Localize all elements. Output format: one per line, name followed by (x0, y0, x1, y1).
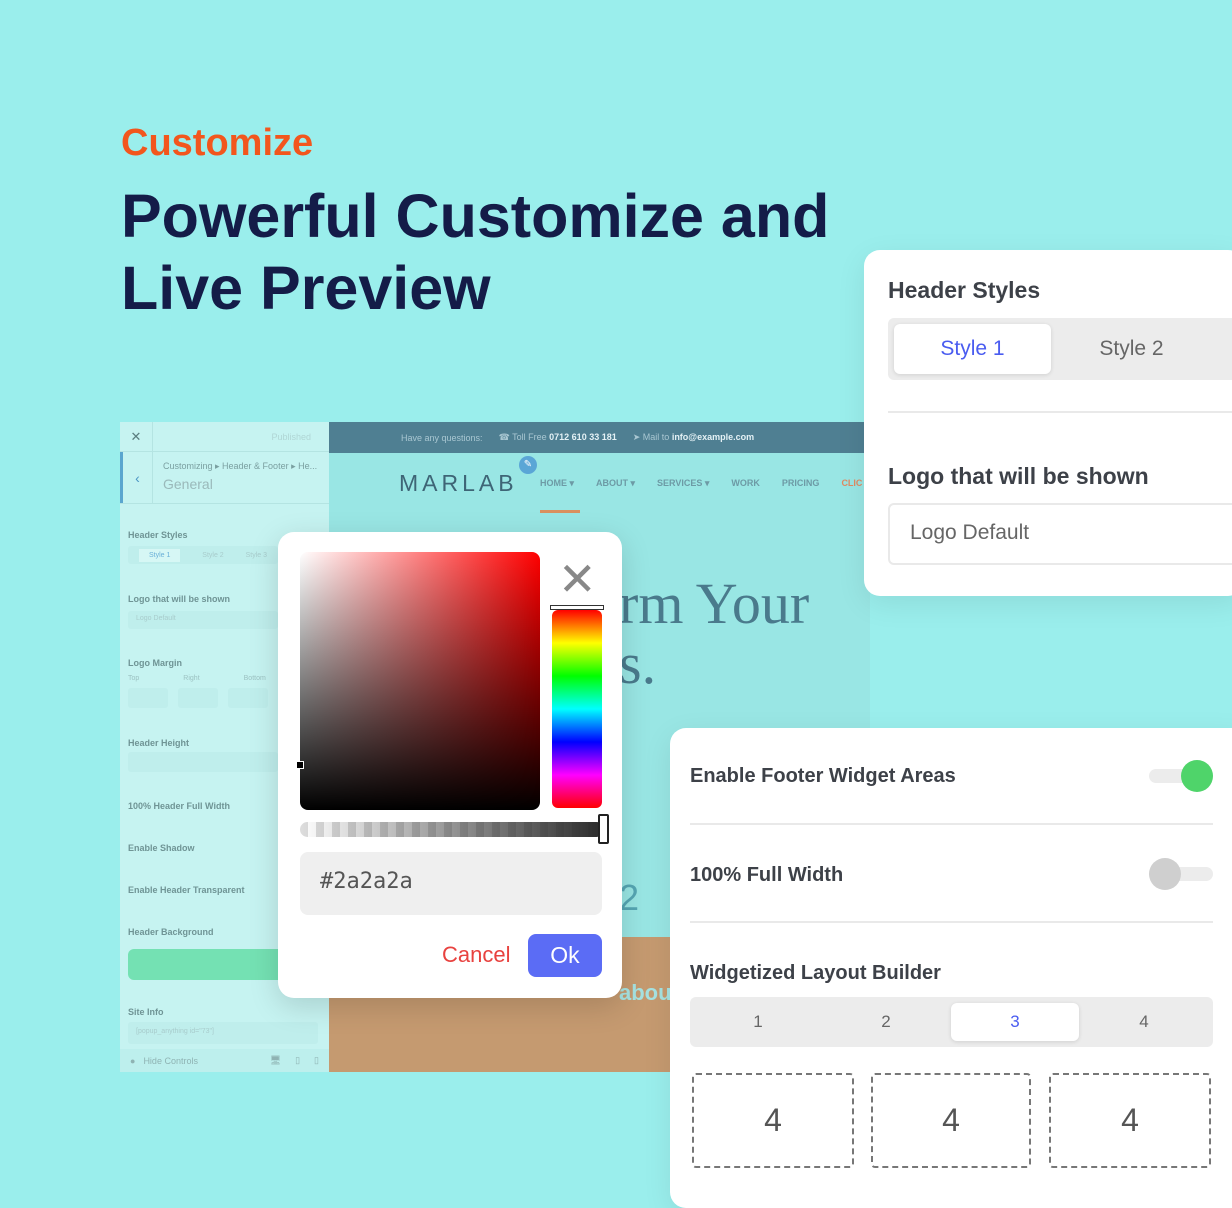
site-logo[interactable]: MARLAB (399, 470, 518, 497)
divider (888, 411, 1232, 413)
section-title: General (163, 476, 213, 492)
card-title: Header Styles (888, 277, 1041, 303)
alpha-slider[interactable] (300, 822, 604, 837)
column-option-3[interactable]: 3 (951, 1003, 1079, 1041)
full-width-toggle[interactable] (1149, 858, 1213, 890)
ok-button[interactable]: Ok (528, 934, 602, 977)
enable-widgets-toggle[interactable] (1149, 760, 1213, 792)
topbar-question: Have any questions: (401, 432, 483, 443)
hide-controls-button[interactable]: Hide Controls (143, 1056, 198, 1066)
tablet-icon[interactable]: ▯ (295, 1055, 300, 1066)
column-option-2[interactable]: 2 (822, 1003, 950, 1041)
margin-bottom-input[interactable] (228, 688, 268, 708)
style-segmented-control: Style 1 Style 2 (888, 318, 1232, 380)
full-width-label: 100% Full Width (690, 864, 844, 886)
header-styles-card: Header Styles Style 1 Style 2 Logo that … (864, 250, 1232, 596)
column-segmented-control: 1 2 3 4 (690, 997, 1213, 1047)
color-picker: ✕ #2a2a2a Cancel Ok (278, 532, 622, 998)
label: Logo that will be shown (128, 594, 230, 604)
label: Site Info (128, 1007, 164, 1017)
header-height-input[interactable] (128, 752, 278, 772)
column-option-4[interactable]: 4 (1080, 1003, 1208, 1041)
hide-controls-icon[interactable]: ● (130, 1056, 135, 1066)
logo-select[interactable]: Logo Default (888, 503, 1232, 565)
hex-input[interactable]: #2a2a2a (300, 852, 602, 915)
label: Logo Margin (128, 658, 182, 668)
layout-builder-label: Widgetized Layout Builder (690, 962, 941, 984)
active-underline (540, 510, 580, 513)
close-icon[interactable]: ✕ (558, 556, 597, 602)
column-width-box[interactable]: 4 (692, 1073, 854, 1168)
nav-work[interactable]: WORK (731, 478, 760, 489)
topbar: Have any questions: ☎ Toll Free 0712 610… (329, 422, 870, 453)
saturation-value-area[interactable] (300, 552, 540, 810)
eyebrow: Customize (121, 122, 314, 164)
site-info-input[interactable]: [popup_anything id="73"] (128, 1022, 318, 1044)
close-icon[interactable]: ✕ (120, 422, 153, 452)
desktop-icon[interactable]: 🖥 (270, 1055, 281, 1066)
published-button[interactable]: Published (271, 432, 311, 442)
cancel-button[interactable]: Cancel (442, 942, 510, 968)
nav-cta[interactable]: CLIC (841, 478, 862, 489)
style-2-option[interactable]: Style 2 (1053, 324, 1210, 374)
logo-label: Logo that will be shown (888, 463, 1149, 489)
breadcrumb: Customizing ▸ Header & Footer ▸ He... (163, 461, 318, 471)
color-handle[interactable] (296, 761, 304, 769)
column-width-box[interactable]: 4 (871, 1073, 1031, 1168)
label: Top (128, 675, 140, 682)
column-width-box[interactable]: 4 (1049, 1073, 1211, 1168)
enable-widgets-label: Enable Footer Widget Areas (690, 765, 956, 787)
style-3[interactable]: Style 3 (246, 552, 267, 559)
style-1-option[interactable]: Style 1 (894, 324, 1051, 374)
nav-about[interactable]: ABOUT ▾ (596, 478, 635, 489)
label: Header Background (128, 927, 214, 937)
label: 100% Header Full Width (128, 801, 230, 811)
nav-services[interactable]: SERVICES ▾ (657, 478, 709, 489)
footer-settings-card: Enable Footer Widget Areas 100% Full Wid… (670, 728, 1232, 1208)
site-nav: HOME ▾ ABOUT ▾ SERVICES ▾ WORK PRICING C… (540, 478, 862, 489)
back-icon[interactable]: ‹ (120, 452, 153, 503)
edit-pencil-icon[interactable]: ✎ (519, 456, 537, 474)
label: Header Height (128, 738, 190, 748)
alpha-handle[interactable] (598, 814, 609, 844)
page-title: Powerful Customize and Live Preview (121, 182, 830, 322)
phone-icon: ☎ Toll Free 0712 610 33 181 (498, 432, 617, 442)
hero-heading: rm Your s. (619, 571, 810, 696)
nav-home[interactable]: HOME ▾ (540, 478, 574, 489)
label: Enable Shadow (128, 843, 195, 853)
mobile-icon[interactable]: ▯ (314, 1055, 319, 1066)
margin-right-input[interactable] (178, 688, 218, 708)
stat-number: 2 (619, 877, 640, 918)
column-option-1[interactable]: 1 (694, 1003, 822, 1041)
label: Enable Header Transparent (128, 885, 245, 895)
hue-handle[interactable] (550, 605, 604, 610)
divider (690, 921, 1213, 923)
margin-top-input[interactable] (128, 688, 168, 708)
nav-pricing[interactable]: PRICING (782, 478, 820, 489)
style-2[interactable]: Style 2 (202, 552, 223, 559)
hue-slider[interactable] (552, 610, 602, 808)
style-1[interactable]: Style 1 (138, 548, 181, 562)
label: Header Styles (128, 530, 188, 540)
label: Bottom (243, 675, 266, 682)
divider (690, 823, 1213, 825)
label: Right (183, 675, 200, 682)
logo-select[interactable]: Logo Default (128, 611, 278, 629)
send-icon: ➤ Mail to info@example.com (632, 432, 755, 442)
